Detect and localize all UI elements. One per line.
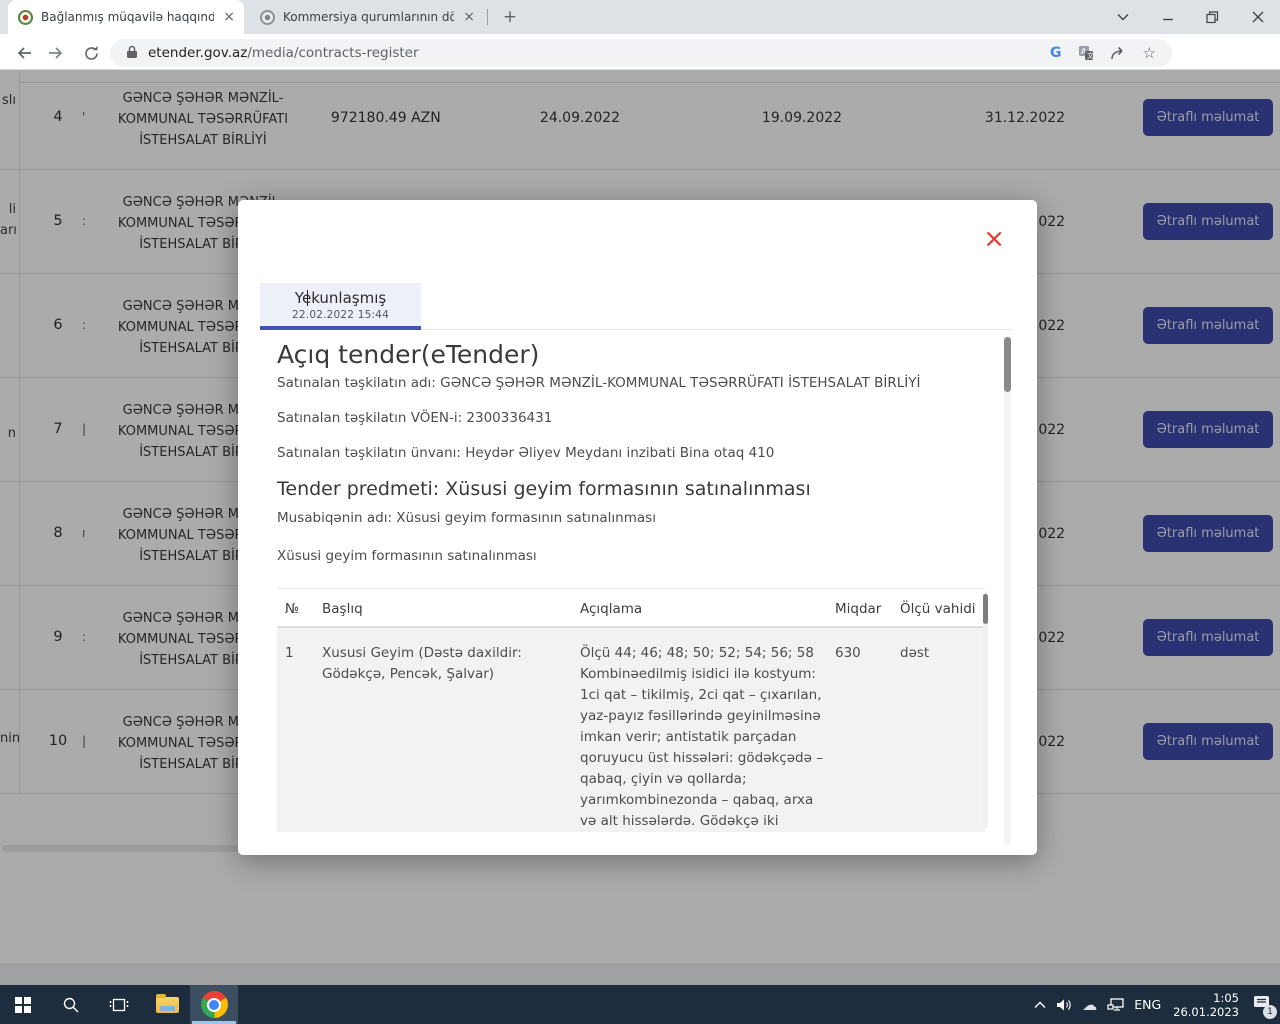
taskbar-clock[interactable]: 1:05 26.01.2023 bbox=[1173, 991, 1239, 1019]
network-icon[interactable] bbox=[1107, 998, 1124, 1012]
address-bar[interactable]: etender.gov.az/media/contracts-register … bbox=[110, 39, 1172, 67]
start-button[interactable] bbox=[0, 985, 46, 1024]
header-no: № bbox=[285, 589, 299, 629]
header-quantity: Miqdar bbox=[835, 589, 881, 629]
header-unit: Ölçü vahidi bbox=[900, 589, 976, 629]
url-path: /media/contracts-register bbox=[247, 45, 418, 61]
tab-title: Bağlanmış müqavilə haqqında mə bbox=[41, 10, 214, 24]
browser-toolbar: etender.gov.az/media/contracts-register … bbox=[0, 34, 1280, 70]
windows-taskbar: ☁ ENG 1:05 26.01.2023 1 bbox=[0, 985, 1280, 1024]
notification-center-button[interactable]: 1 bbox=[1253, 995, 1270, 1014]
buyer-voen-line: Satınalan təşkilatın VÖEN-i: 2300336431 bbox=[277, 410, 552, 426]
notification-badge: 1 bbox=[1263, 1005, 1277, 1019]
header-title: Başlıq bbox=[322, 589, 363, 629]
chrome-icon bbox=[201, 991, 228, 1018]
forward-button[interactable] bbox=[44, 40, 70, 66]
share-icon[interactable] bbox=[1110, 46, 1127, 61]
task-view-icon bbox=[109, 997, 129, 1013]
windows-logo-icon bbox=[15, 997, 31, 1013]
reload-button[interactable] bbox=[78, 40, 104, 66]
browser-tab-strip: Bağlanmış müqavilə haqqında mə × Kommers… bbox=[0, 0, 1280, 34]
site-favicon-icon bbox=[260, 10, 275, 25]
new-tab-button[interactable]: + bbox=[497, 4, 523, 30]
window-close-button[interactable] bbox=[1235, 0, 1280, 34]
item-quantity: 630 bbox=[835, 643, 861, 664]
window-restore-button[interactable] bbox=[1190, 0, 1235, 34]
folder-icon bbox=[156, 997, 179, 1013]
tab-title: Kommersiya qurumlarının dövlət bbox=[283, 10, 454, 24]
tab-row-divider bbox=[421, 329, 1012, 330]
taskbar-search-button[interactable] bbox=[48, 985, 94, 1024]
window-minimize-button[interactable] bbox=[1145, 0, 1190, 34]
translate-icon[interactable]: A文 bbox=[1078, 45, 1094, 61]
modal-scrollbar[interactable] bbox=[1004, 335, 1011, 845]
tab-search-chevron-icon[interactable] bbox=[1100, 0, 1145, 34]
items-table: № Başlıq Açıqlama Miqdar Ölçü vahidi 1 X… bbox=[277, 588, 985, 832]
back-button[interactable] bbox=[10, 40, 36, 66]
onedrive-cloud-icon[interactable]: ☁ bbox=[1082, 996, 1097, 1014]
modal-scrollbar-thumb[interactable] bbox=[1004, 337, 1011, 392]
url-text: etender.gov.az/media/contracts-register bbox=[148, 45, 419, 61]
item-description: Ölçü 44; 46; 48; 50; 52; 54; 56; 58 Komb… bbox=[580, 643, 842, 832]
language-indicator[interactable]: ENG bbox=[1134, 997, 1161, 1012]
buyer-address-line: Satınalan təşkilatın ünvanı: Heydər Əliy… bbox=[277, 445, 774, 461]
header-description: Açıqlama bbox=[580, 589, 642, 629]
items-table-scrollbar[interactable] bbox=[983, 592, 988, 828]
file-explorer-button[interactable] bbox=[144, 985, 190, 1024]
item-title: Xususi Geyim (Dəstə daxildir: Gödəkçə, P… bbox=[322, 643, 557, 685]
svg-text:文: 文 bbox=[1087, 51, 1094, 60]
search-icon bbox=[62, 996, 80, 1014]
url-domain: etender.gov.az bbox=[148, 45, 247, 61]
buyer-name-line: Satınalan təşkilatın adı: GƏNCƏ ŞƏHƏR MƏ… bbox=[277, 375, 921, 391]
lock-icon bbox=[126, 44, 138, 63]
tender-type-title: Açıq tender(eTender) bbox=[277, 340, 539, 369]
site-favicon-icon bbox=[18, 10, 33, 25]
tab-close-icon[interactable]: × bbox=[214, 9, 244, 25]
status-tab-title: Yekunlaşmış bbox=[260, 289, 421, 307]
tender-subject-title: Tender predmeti: Xüsusi geyim formasının… bbox=[277, 478, 811, 500]
tab-status-finished[interactable]: Yekunlaşmış 22.02.2022 15:44 bbox=[260, 283, 421, 330]
google-icon[interactable]: G bbox=[1050, 45, 1062, 61]
tray-chevron-up-icon[interactable] bbox=[1034, 1001, 1046, 1009]
tab-divider bbox=[487, 9, 488, 25]
chrome-taskbar-button[interactable] bbox=[190, 985, 238, 1024]
tender-details-modal: × Yekunlaşmış 22.02.2022 15:44 Açıq tend… bbox=[238, 200, 1037, 855]
browser-tab-inactive[interactable]: Kommersiya qurumlarının dövlət × bbox=[250, 0, 484, 34]
lot-name-line: Xüsusi geyim formasının satınalınması bbox=[277, 548, 537, 564]
competition-name-line: Musabiqənin adı: Xüsusi geyim formasının… bbox=[277, 510, 656, 526]
bookmark-star-icon[interactable]: ☆ bbox=[1143, 44, 1156, 62]
items-table-scrollbar-thumb[interactable] bbox=[983, 594, 988, 624]
item-no: 1 bbox=[285, 643, 294, 664]
page-viewport: slı 4 ' GƏNCƏ ŞƏHƏR MƏNZİL- KOMMUNAL TƏS… bbox=[0, 70, 1280, 985]
browser-tab-active[interactable]: Bağlanmış müqavilə haqqında mə × bbox=[8, 0, 244, 34]
clock-date: 26.01.2023 bbox=[1173, 1005, 1239, 1019]
tab-close-icon[interactable]: × bbox=[454, 9, 484, 25]
clock-time: 1:05 bbox=[1173, 991, 1239, 1005]
text-cursor bbox=[307, 290, 308, 306]
modal-close-icon[interactable]: × bbox=[983, 226, 1005, 252]
item-unit: dəst bbox=[900, 643, 929, 664]
task-view-button[interactable] bbox=[96, 985, 142, 1024]
status-tab-datetime: 22.02.2022 15:44 bbox=[260, 309, 421, 321]
items-table-header: № Başlıq Açıqlama Miqdar Ölçü vahidi bbox=[277, 588, 985, 628]
volume-icon[interactable] bbox=[1056, 998, 1072, 1012]
items-table-row: 1 Xususi Geyim (Dəstə daxildir: Gödəkçə,… bbox=[277, 628, 985, 832]
